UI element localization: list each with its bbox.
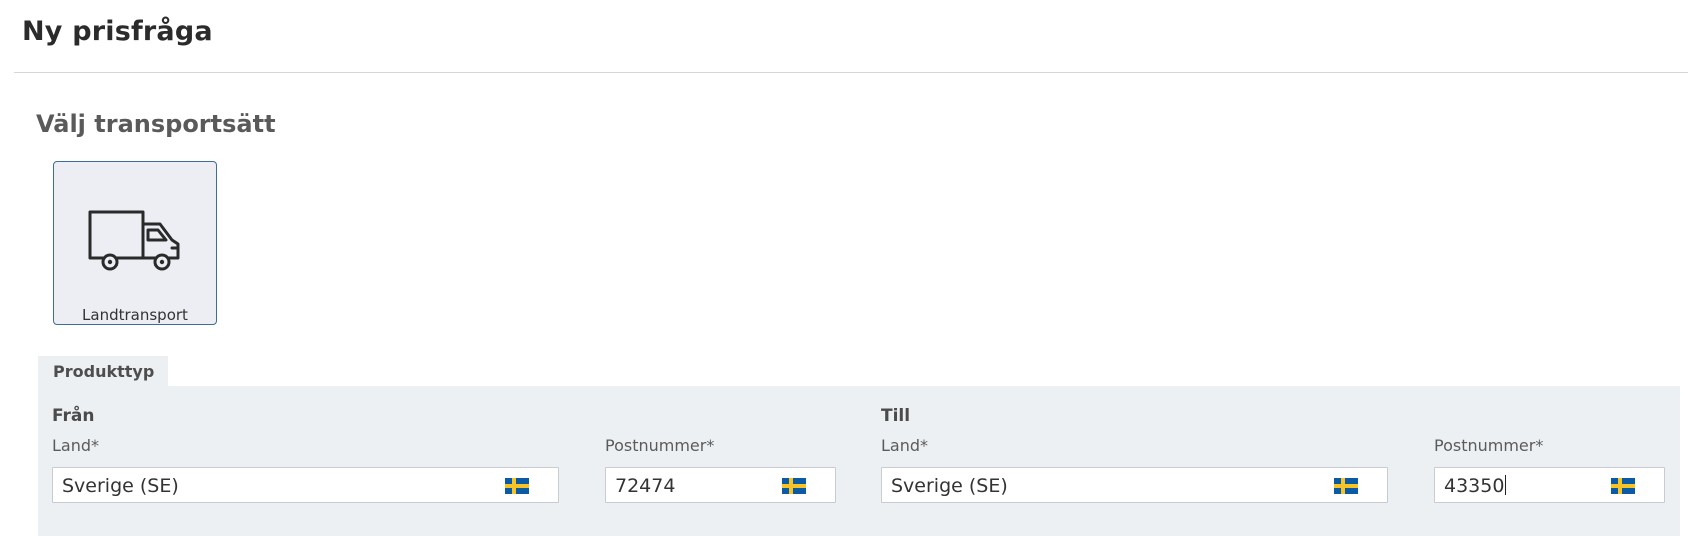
from-country-label: Land* xyxy=(52,436,100,455)
to-country-field[interactable]: Sverige (SE) xyxy=(881,467,1388,503)
sweden-flag-icon xyxy=(505,478,529,494)
to-country-label: Land* xyxy=(881,436,929,455)
sweden-flag-icon xyxy=(1611,478,1635,494)
tab-produkttyp[interactable]: Produkttyp xyxy=(38,356,168,386)
text-cursor xyxy=(1505,475,1507,495)
from-postal-label: Postnummer* xyxy=(605,436,715,455)
route-panel xyxy=(38,386,1680,536)
to-postal-label: Postnummer* xyxy=(1434,436,1544,455)
from-country-value: Sverige (SE) xyxy=(62,475,179,497)
from-country-field[interactable]: Sverige (SE) xyxy=(52,467,559,503)
transport-mode-label: Landtransport xyxy=(82,306,188,324)
to-country-value: Sverige (SE) xyxy=(891,475,1008,497)
to-postal-value: 43350 xyxy=(1444,475,1505,497)
to-heading: Till xyxy=(881,406,911,426)
transport-section-title: Välj transportsätt xyxy=(36,110,276,138)
from-postal-field[interactable]: 72474 xyxy=(605,467,836,503)
to-postal-field[interactable]: 43350 xyxy=(1434,467,1665,503)
sweden-flag-icon xyxy=(782,478,806,494)
title-divider xyxy=(14,72,1688,73)
page-title: Ny prisfråga xyxy=(22,16,213,47)
sweden-flag-icon xyxy=(1334,478,1358,494)
from-postal-value: 72474 xyxy=(615,475,676,497)
to-postal-value-wrap: 43350 xyxy=(1444,475,1507,497)
truck-icon xyxy=(88,210,180,271)
from-heading: Från xyxy=(52,406,95,426)
page: Ny prisfråga Välj transportsätt Landtran… xyxy=(0,0,1688,536)
transport-mode-land-card[interactable]: Landtransport xyxy=(53,161,217,325)
